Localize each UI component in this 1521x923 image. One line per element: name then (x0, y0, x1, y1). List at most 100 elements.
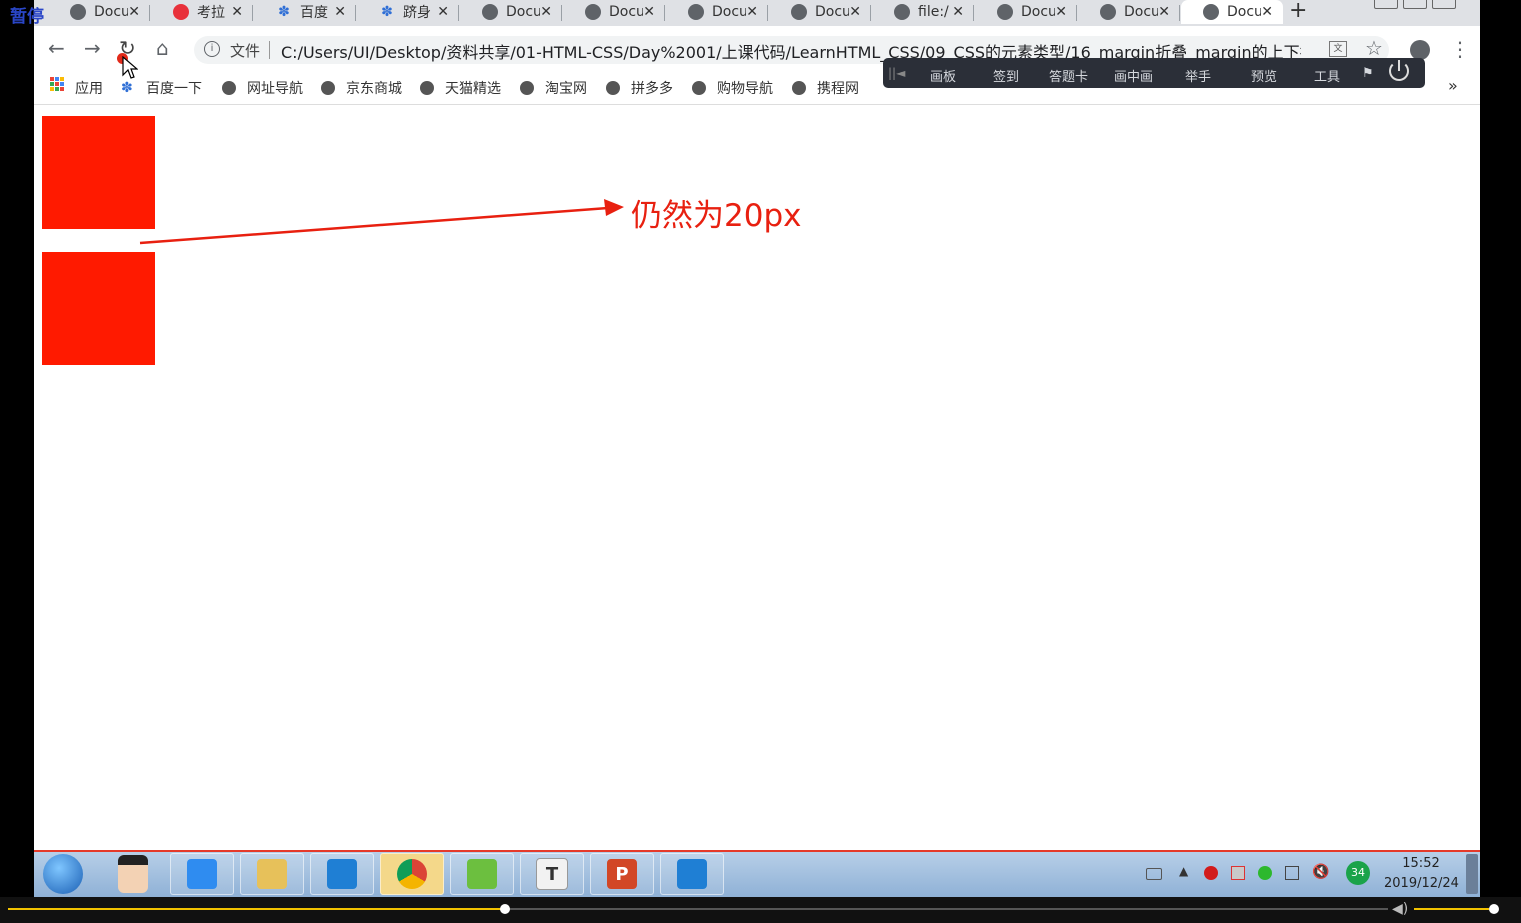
chrome-icon (397, 859, 427, 889)
taskbar-app-button[interactable] (660, 853, 724, 895)
flag-icon[interactable]: ⚑ (1362, 66, 1374, 81)
tab-8[interactable]: Docu ✕ (769, 0, 871, 24)
bookmark-label: 携程网 (817, 81, 859, 97)
keyboard-icon[interactable] (1146, 868, 1162, 880)
bookmark-label: 淘宝网 (545, 81, 587, 97)
classroom-toolbar-item[interactable]: 画中画 (1114, 66, 1153, 85)
globe-icon (791, 4, 807, 20)
record-icon[interactable] (1204, 866, 1218, 880)
classroom-toolbar-item[interactable]: 签到 (993, 66, 1019, 85)
bookmark-item[interactable]: 携程网 (792, 78, 859, 98)
volume-icon[interactable]: ◀) (1392, 901, 1408, 917)
security-plus-icon[interactable] (1258, 866, 1272, 880)
classroom-toolbar-handle[interactable]: ||◄ (888, 66, 905, 80)
bookmark-item[interactable]: ✽ 百度一下 (121, 78, 202, 98)
classroom-toolbar-item[interactable]: 答题卡 (1049, 66, 1088, 85)
taskbar-app-button[interactable] (240, 853, 304, 895)
tab-4[interactable]: ✽ 跻身 ✕ (357, 0, 459, 24)
translate-icon[interactable]: 文 (1329, 41, 1347, 57)
bookmark-apps[interactable]: 应用 (75, 78, 103, 98)
globe-icon (606, 81, 620, 95)
volume-knob[interactable] (1489, 904, 1499, 914)
new-tab-button[interactable]: + (1289, 0, 1307, 23)
taskbar-border (34, 850, 1480, 852)
tab-close-icon[interactable]: ✕ (540, 4, 552, 20)
globe-icon (688, 4, 704, 20)
classroom-toolbar-item[interactable]: 举手 (1185, 66, 1211, 85)
back-arrow-icon[interactable]: ← (48, 36, 65, 60)
bookmark-item[interactable]: 拼多多 (606, 78, 673, 98)
globe-icon (997, 4, 1013, 20)
tab-close-icon[interactable]: ✕ (1055, 4, 1067, 20)
tab-close-icon[interactable]: ✕ (334, 4, 346, 20)
globe-icon (585, 4, 601, 20)
bookmark-item[interactable]: 天猫精选 (420, 78, 501, 98)
taskbar-app-button[interactable] (310, 853, 374, 895)
tab-close-icon[interactable]: ✕ (1158, 4, 1170, 20)
tab-5[interactable]: Docu ✕ (460, 0, 562, 24)
tab-separator (355, 5, 356, 21)
taskbar-app-button[interactable] (170, 853, 234, 895)
tab-11[interactable]: Docu ✕ (1078, 0, 1180, 24)
bookmark-item[interactable]: 京东商城 (321, 78, 402, 98)
tab-7[interactable]: Docu ✕ (666, 0, 768, 24)
classroom-toolbar-item[interactable]: 工具 (1314, 66, 1340, 85)
tab-6[interactable]: Docu ✕ (563, 0, 665, 24)
taskbar-app-button[interactable] (450, 853, 514, 895)
tab-1[interactable]: Docu ✕ (48, 0, 150, 24)
pause-label[interactable]: 暂停 (10, 2, 44, 27)
tab-close-icon[interactable]: ✕ (746, 4, 758, 20)
bookmarks-overflow-button[interactable]: » (1448, 76, 1458, 95)
bookmark-item[interactable]: 购物导航 (692, 78, 773, 98)
start-button[interactable] (43, 854, 83, 894)
action-center-flag-icon[interactable] (1231, 866, 1245, 880)
taskbar-app-button[interactable] (380, 853, 444, 895)
tab-close-icon[interactable]: ✕ (952, 4, 964, 20)
baidu-paw-icon: ✽ (278, 4, 290, 20)
tencent-classroom-icon (187, 859, 217, 889)
apps-grid-icon[interactable] (50, 77, 64, 91)
home-icon[interactable]: ⌂ (156, 36, 169, 60)
bookmark-label: 网址导航 (247, 81, 303, 97)
tab-2[interactable]: 考拉 ✕ (151, 0, 253, 24)
tab-close-icon[interactable]: ✕ (231, 4, 243, 20)
show-desktop-button[interactable] (1466, 854, 1478, 894)
volume-slider[interactable] (1414, 908, 1489, 910)
avatar-hair (118, 855, 148, 865)
forward-arrow-icon[interactable]: → (84, 36, 101, 60)
window-controls[interactable] (1374, 0, 1478, 9)
tab-close-icon[interactable]: ✕ (128, 4, 140, 20)
tab-close-icon[interactable]: ✕ (1261, 4, 1273, 20)
tab-12[interactable]: Docu ✕ (1181, 0, 1283, 24)
bookmark-label: 天猫精选 (445, 81, 501, 97)
classroom-toolbar-item[interactable]: 画板 (930, 66, 956, 85)
bookmark-star-icon[interactable]: ☆ (1365, 36, 1383, 60)
network-icon[interactable] (1285, 866, 1299, 880)
bookmark-item[interactable]: 淘宝网 (520, 78, 587, 98)
tab-close-icon[interactable]: ✕ (643, 4, 655, 20)
clock-date[interactable]: 2019/12/24 (1384, 876, 1459, 891)
tab-9[interactable]: file:/✕ (872, 0, 974, 24)
tab-separator (561, 5, 562, 21)
taskbar-app-button[interactable]: P (590, 853, 654, 895)
more-menu-icon[interactable]: ⋮ (1450, 37, 1470, 61)
tab-10[interactable]: Docu ✕ (975, 0, 1077, 24)
tab-title: Docu (94, 4, 128, 20)
account-icon[interactable] (1410, 40, 1430, 60)
progress-knob[interactable] (500, 904, 510, 914)
tab-close-icon[interactable]: ✕ (849, 4, 861, 20)
tab-3[interactable]: ✽ 百度 ✕ (254, 0, 356, 24)
site-info-icon[interactable]: i (204, 41, 220, 57)
taskbar-app-button[interactable]: T (520, 853, 584, 895)
tab-title: file:/ (918, 4, 949, 20)
tab-separator (252, 5, 253, 21)
tab-close-icon[interactable]: ✕ (437, 4, 449, 20)
classroom-toolbar-item[interactable]: 预览 (1251, 66, 1277, 85)
tray-expand-icon[interactable]: ▲ (1179, 864, 1188, 878)
tab-separator (458, 5, 459, 21)
bookmark-item[interactable]: 网址导航 (222, 78, 303, 98)
speaker-muted-icon[interactable]: 🔇 (1312, 864, 1329, 880)
battery-badge[interactable]: 34 (1346, 861, 1370, 885)
tab-title: Docu (815, 4, 849, 20)
clock-time[interactable]: 15:52 (1384, 856, 1458, 871)
